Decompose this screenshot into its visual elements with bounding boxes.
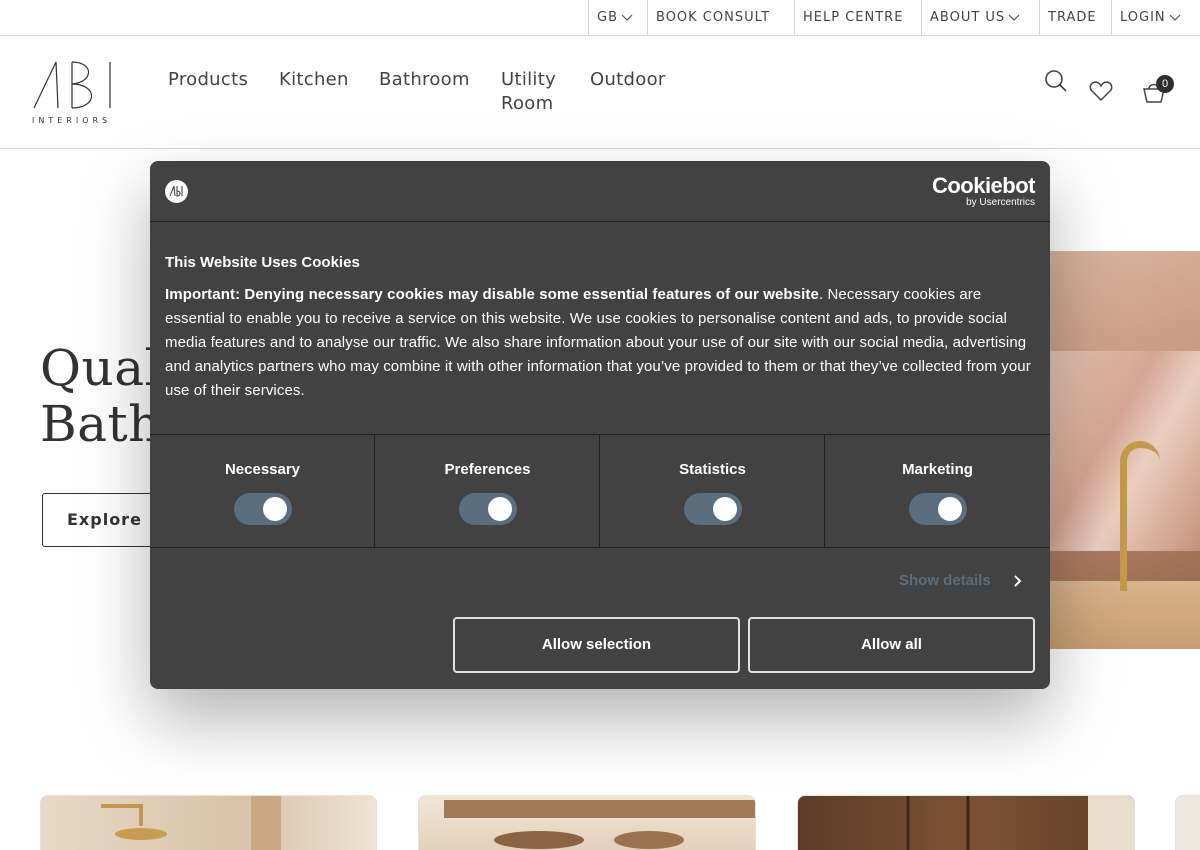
cookie-description: Important: Denying necessary cookies may…	[165, 283, 1037, 403]
allow-all-button[interactable]: Allow all	[748, 617, 1035, 673]
help-centre-label: HELP CENTRE	[803, 10, 904, 25]
chevron-down-icon	[1008, 14, 1020, 21]
login-menu[interactable]: LOGIN	[1111, 0, 1200, 35]
cookiebot-wordmark: Cookiebot	[931, 173, 1036, 198]
book-consult-link[interactable]: BOOK CONSULT	[647, 0, 794, 35]
country-label: GB	[597, 10, 618, 25]
chevron-down-icon	[1169, 14, 1181, 21]
category-label: Marketing	[902, 461, 973, 478]
site-logo-icon	[165, 180, 188, 203]
cookiebot-subtext: by Usercentrics	[966, 197, 1035, 208]
necessary-toggle[interactable]	[234, 493, 292, 525]
category-preferences: Preferences	[375, 435, 600, 547]
cookie-consent-dialog: Cookiebot by Usercentrics This Website U…	[150, 161, 1050, 689]
main-header: INTERIORS Products Kitchen Bathroom Util…	[0, 36, 1200, 149]
chevron-down-icon	[621, 14, 633, 21]
preferences-toggle[interactable]	[459, 493, 517, 525]
category-label: Preferences	[444, 461, 531, 478]
trade-label: TRADE	[1048, 10, 1097, 25]
nav-outdoor[interactable]: Outdoor	[590, 68, 666, 92]
marketing-toggle[interactable]	[909, 493, 967, 525]
nav-utility-room[interactable]: Utility Room	[501, 68, 571, 116]
country-selector[interactable]: GB	[588, 0, 647, 35]
login-label: LOGIN	[1120, 10, 1166, 25]
toggle-knob	[938, 497, 962, 521]
cookie-warning-text: Important: Denying necessary cookies may…	[165, 286, 819, 303]
shower-head-image	[101, 796, 281, 850]
toggle-knob	[488, 497, 512, 521]
category-label: Necessary	[224, 461, 301, 478]
cart-count-badge: 0	[1156, 75, 1174, 93]
about-us-label: ABOUT US	[930, 10, 1006, 25]
logo-subtext: INTERIORS	[32, 116, 112, 125]
heart-icon[interactable]	[1089, 80, 1113, 102]
product-card[interactable]	[40, 795, 377, 850]
category-label: Statistics	[679, 461, 746, 478]
product-card[interactable]	[797, 795, 1135, 850]
brass-tap	[1120, 441, 1160, 591]
nav-bathroom[interactable]: Bathroom	[379, 68, 470, 92]
toggle-knob	[713, 497, 737, 521]
allow-selection-button[interactable]: Allow selection	[453, 617, 740, 673]
category-statistics: Statistics	[600, 435, 825, 547]
statistics-toggle[interactable]	[684, 493, 742, 525]
cookie-title: This Website Uses Cookies	[165, 254, 360, 271]
nav-products[interactable]: Products	[168, 68, 248, 92]
chevron-right-icon[interactable]	[1013, 574, 1023, 588]
about-us-menu[interactable]: ABOUT US	[921, 0, 1039, 35]
toggle-knob	[263, 497, 287, 521]
category-marketing: Marketing	[825, 435, 1050, 547]
category-necessary: Necessary	[150, 435, 375, 547]
product-card[interactable]	[418, 795, 756, 850]
search-icon[interactable]	[1044, 69, 1068, 93]
cabinet-image	[906, 796, 1134, 850]
cookie-categories: Necessary Preferences Statistics Marketi…	[150, 434, 1050, 548]
nav-kitchen[interactable]: Kitchen	[279, 68, 349, 92]
cookie-dialog-header: Cookiebot by Usercentrics	[150, 161, 1050, 222]
utility-bar: GB BOOK CONSULT HELP CENTRE ABOUT US TRA…	[0, 0, 1200, 36]
product-card[interactable]	[1175, 795, 1200, 850]
abi-logo[interactable]: INTERIORS	[32, 60, 118, 126]
book-consult-label: BOOK CONSULT	[656, 10, 771, 25]
vanity-image	[444, 800, 755, 849]
trade-link[interactable]: TRADE	[1039, 0, 1111, 35]
help-centre-link[interactable]: HELP CENTRE	[794, 0, 921, 35]
show-details-link[interactable]: Show details	[899, 572, 991, 589]
cookiebot-brand[interactable]: Cookiebot by Usercentrics	[931, 173, 1036, 209]
